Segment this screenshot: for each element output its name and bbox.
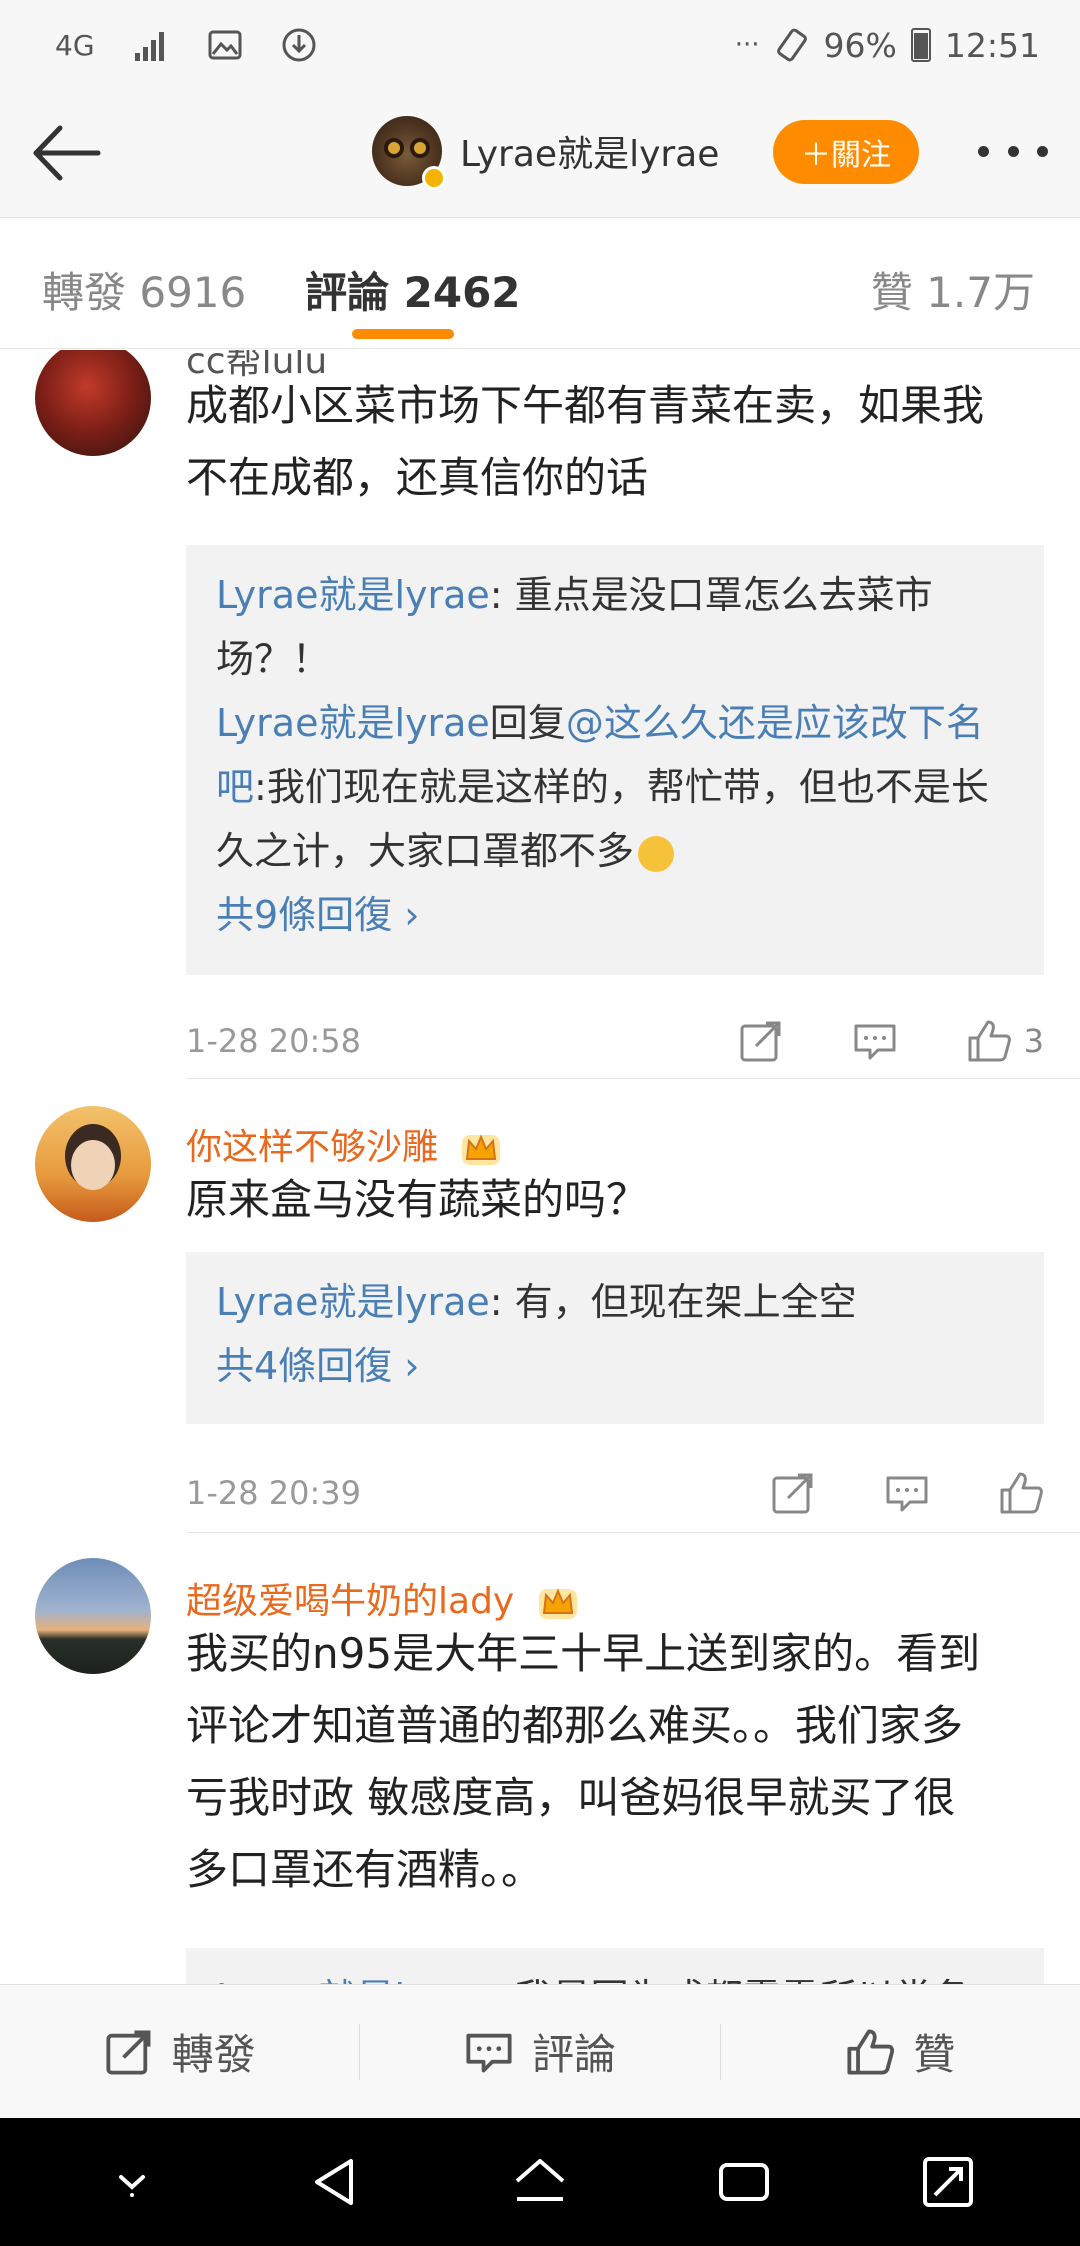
chevron-down-icon[interactable] xyxy=(101,2151,163,2213)
like-icon xyxy=(847,2028,895,2075)
tab-comments[interactable]: 評論 2462 xyxy=(305,259,521,320)
status-bar: 4G ··· 96% 12:51 xyxy=(0,0,1080,90)
commenter-name[interactable]: 你这样不够沙雕 xyxy=(186,1118,503,1170)
mention-link[interactable]: @这么久还是应该改下名 xyxy=(566,701,984,745)
comment-text: 成都小区菜市场下午都有青菜在卖，如果我 不在成都，还真信你的话 xyxy=(186,381,985,502)
like-button[interactable]: 贊 xyxy=(721,1985,1080,2118)
system-nav-bar xyxy=(0,2118,1080,2246)
reply-author[interactable]: Lyrae就是lyrae xyxy=(216,1976,490,1984)
like-icon[interactable] xyxy=(998,1470,1044,1516)
repost-button[interactable]: 轉發 xyxy=(0,1985,359,2118)
tab-reposts[interactable]: 轉發 6916 xyxy=(42,259,246,320)
network-indicator: 4G xyxy=(55,28,95,62)
reply: Lyrae就是lyrae回复@这么久还是应该改下名 吧:我们现在就是这样的，帮忙… xyxy=(216,701,989,873)
comment-time: 1-28 20:39 xyxy=(186,1474,362,1512)
like-count: 3 xyxy=(1023,1022,1044,1060)
expand-icon[interactable] xyxy=(917,2151,979,2213)
view-all-replies-link[interactable]: 共4條回復 › xyxy=(216,1334,1014,1398)
like-icon[interactable] xyxy=(966,1018,1012,1064)
reply-author[interactable]: Lyrae就是lyrae xyxy=(216,1280,490,1324)
reply: Lyrae就是lyrae: 我是因为成都雾霾所以常备 xyxy=(216,1966,1014,1984)
comment-text: 原来盒马没有蔬菜的吗？ xyxy=(186,1175,649,1224)
more-options-icon[interactable] xyxy=(978,146,1048,160)
comment-footer: 1-28 20:58 3 xyxy=(186,1016,1044,1066)
laugh-cry-emoji-icon xyxy=(638,835,675,872)
reply-author[interactable]: Lyrae就是lyrae xyxy=(216,701,490,745)
reply-icon[interactable] xyxy=(852,1018,898,1064)
repost-icon xyxy=(106,2030,151,2075)
tab-bar: 轉發 6916 評論 2462 贊 1.7万 xyxy=(0,219,1080,349)
bottom-action-bar: 轉發 評論 贊 xyxy=(0,1984,1080,2118)
comment-footer: 1-28 20:39 xyxy=(186,1468,1044,1518)
download-icon xyxy=(282,28,316,62)
comment-list[interactable]: cc帮lulu 成都小区菜市场下午都有青菜在卖，如果我 不在成都，还真信你的话 … xyxy=(0,350,1080,1984)
reply-author[interactable]: Lyrae就是lyrae xyxy=(216,573,490,617)
avatar[interactable] xyxy=(35,1106,151,1222)
header: Lyrae就是lyrae ＋關注 xyxy=(0,90,1080,218)
divider xyxy=(186,1532,1080,1533)
image-icon xyxy=(208,30,242,60)
battery-icon xyxy=(910,28,931,62)
profile-name: Lyrae就是lyrae xyxy=(460,134,720,175)
profile-link[interactable]: Lyrae就是lyrae xyxy=(372,116,720,190)
avatar[interactable] xyxy=(35,350,151,456)
more-status-icon: ··· xyxy=(734,30,760,60)
vip-crown-icon xyxy=(462,1134,501,1165)
vip-crown-icon xyxy=(538,1588,577,1619)
home-icon[interactable] xyxy=(509,2151,571,2213)
vibrate-icon xyxy=(776,28,807,62)
comment-text: 我买的n95是大年三十早上送到家的。看到 评论才知道普通的都那么难买。。我们家多… xyxy=(186,1629,981,1894)
avatar xyxy=(372,116,446,190)
comment-button[interactable]: 評論 xyxy=(360,1985,719,2118)
reply-box[interactable]: Lyrae就是lyrae: 有，但现在架上全空 共4條回復 › xyxy=(186,1252,1044,1424)
active-tab-indicator xyxy=(352,329,454,339)
repost-icon[interactable] xyxy=(738,1018,784,1064)
verified-badge-icon xyxy=(422,166,446,190)
comment-time: 1-28 20:58 xyxy=(186,1022,362,1060)
signal-icon xyxy=(134,32,164,61)
follow-button[interactable]: ＋關注 xyxy=(773,120,919,184)
recents-icon[interactable] xyxy=(713,2151,775,2213)
repost-icon[interactable] xyxy=(770,1470,816,1516)
reply: Lyrae就是lyrae: 有，但现在架上全空 xyxy=(216,1280,857,1324)
tab-likes[interactable]: 贊 1.7万 xyxy=(871,259,1035,320)
commenter-name[interactable]: 超级爱喝牛奶的lady xyxy=(186,1572,580,1624)
clock: 12:51 xyxy=(944,25,1040,65)
reply-box[interactable]: Lyrae就是lyrae: 我是因为成都雾霾所以常备 xyxy=(186,1948,1044,1984)
reply: Lyrae就是lyrae: 重点是没口罩怎么去菜市 场？！ xyxy=(216,573,933,681)
view-all-replies-link[interactable]: 共9條回復 › xyxy=(216,883,1014,947)
reply-icon[interactable] xyxy=(884,1470,930,1516)
back-arrow-icon[interactable] xyxy=(28,118,104,188)
divider xyxy=(186,1078,1080,1079)
reply-box[interactable]: Lyrae就是lyrae: 重点是没口罩怎么去菜市 场？！ Lyrae就是lyr… xyxy=(186,545,1044,975)
back-triangle-icon[interactable] xyxy=(305,2151,367,2213)
comment-icon xyxy=(466,2033,512,2072)
avatar[interactable] xyxy=(35,1558,151,1674)
battery-percent: 96% xyxy=(823,25,897,65)
